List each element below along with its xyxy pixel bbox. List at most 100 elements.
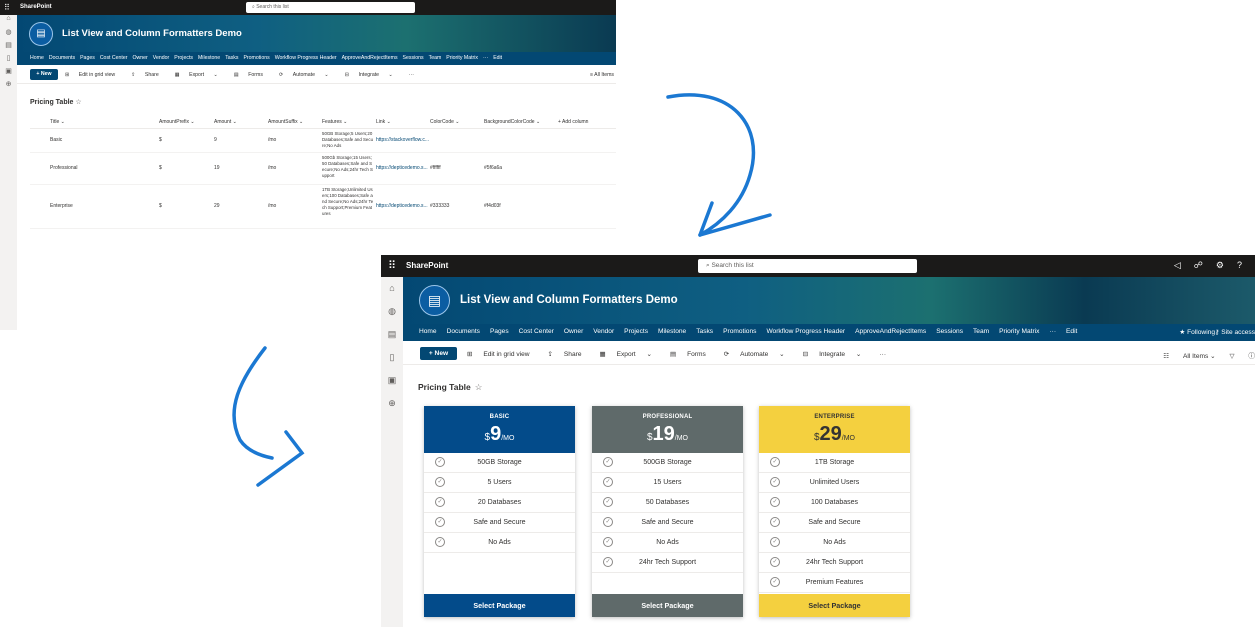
nav-item-workflow-progress-header[interactable]: Workflow Progress Header <box>275 55 337 61</box>
select-package-button[interactable]: Select Package <box>592 594 743 617</box>
nav-item-approveandrejectitems[interactable]: ApproveAndRejectItems <box>855 328 926 335</box>
column-header-add-column[interactable]: + Add column <box>558 119 588 125</box>
nav-item-home[interactable]: Home <box>419 328 437 335</box>
site-title[interactable]: List View and Column Formatters Demo <box>460 294 678 306</box>
nav-item-edit[interactable]: Edit <box>1066 328 1077 335</box>
new-button[interactable]: + New <box>30 69 58 80</box>
nav-item-tasks[interactable]: Tasks <box>225 55 238 61</box>
cmd-share[interactable]: ⇪ Share <box>548 351 591 358</box>
cmd-edit-in-grid-view[interactable]: ⊞ Edit in grid view <box>65 72 123 78</box>
following-button[interactable]: ★ Following <box>1179 328 1215 336</box>
nav-item-priority-matrix[interactable]: Priority Matrix <box>999 328 1039 335</box>
cmd-integrate[interactable]: ⊟ Integrate ⌄ <box>345 72 401 78</box>
select-package-button[interactable]: Select Package <box>759 594 910 617</box>
table-row[interactable]: Enterprise $29/mo 1TB Storage;Unlimited Us… <box>30 185 616 229</box>
cell-link[interactable]: https://depticedemo.s... <box>376 203 428 209</box>
nav-item-cost-center[interactable]: Cost Center <box>100 55 128 61</box>
nav-item-owner[interactable]: Owner <box>564 328 583 335</box>
waffle-icon[interactable]: ⠿ <box>388 259 396 272</box>
nav-item-vendor[interactable]: Vendor <box>593 328 614 335</box>
nav-item-edit[interactable]: Edit <box>493 55 502 61</box>
cmd-forms[interactable]: ▤ Forms <box>234 72 271 78</box>
nav-item-more[interactable]: ··· <box>1049 328 1056 335</box>
nav-item-approveandrejectitems[interactable]: ApproveAndRejectItems <box>342 55 398 61</box>
table-row[interactable]: Basic $9/mo 50GB Storage;5 Users;20 Databa… <box>30 129 616 153</box>
cmd-edit-in-grid-view[interactable]: ⊞ Edit in grid view <box>467 351 539 358</box>
table-row[interactable]: Professional $19/mo 500Gb Storage;15 Users… <box>30 153 616 185</box>
site-title[interactable]: List View and Column Formatters Demo <box>62 28 242 39</box>
cmd-export[interactable]: ▦ Export ⌄ <box>175 72 226 78</box>
view-selector[interactable]: ☷ All Items ⌄ <box>1163 353 1215 360</box>
info-icon[interactable]: ⓘ <box>1248 353 1255 360</box>
nav-item-vendor[interactable]: Vendor <box>153 55 169 61</box>
help-icon[interactable]: ? <box>1237 260 1242 270</box>
megaphone-icon[interactable]: ◁ <box>1174 260 1181 270</box>
nav-item-tasks[interactable]: Tasks <box>696 328 713 335</box>
nav-item-owner[interactable]: Owner <box>133 55 148 61</box>
column-header-title[interactable]: Title ⌄ <box>50 119 65 125</box>
waffle-icon[interactable]: ⠿ <box>4 3 10 12</box>
site-logo[interactable]: ▤ <box>29 22 53 46</box>
news-icon[interactable]: ▤ <box>0 41 17 54</box>
nav-item-sessions[interactable]: Sessions <box>936 328 963 335</box>
column-header-colorcode[interactable]: ColorCode ⌄ <box>430 119 460 125</box>
list-icon[interactable]: ▣ <box>0 67 17 80</box>
add-icon[interactable]: ⊕ <box>0 80 17 93</box>
nav-item-projects[interactable]: Projects <box>174 55 193 61</box>
search-input[interactable]: ⌕ Search this list <box>698 259 917 273</box>
cmd-automate[interactable]: ⟳ Automate ⌄ <box>724 351 794 358</box>
column-header-amountsuffix[interactable]: AmountSuffix ⌄ <box>268 119 303 125</box>
cmd-more[interactable]: ··· <box>879 351 895 358</box>
gear-icon[interactable]: ⚙ <box>1216 260 1224 270</box>
nav-item-team[interactable]: Team <box>429 55 442 61</box>
file-icon[interactable]: ▯ <box>381 346 403 369</box>
cmd-integrate[interactable]: ⊟ Integrate ⌄ <box>803 351 871 358</box>
column-header-amount[interactable]: Amount ⌄ <box>214 119 237 125</box>
nav-item-promotions[interactable]: Promotions <box>243 55 269 61</box>
view-selector[interactable]: ≡ All Items <box>590 72 614 78</box>
filter-icon[interactable]: ▽ <box>1229 353 1234 360</box>
share-icon[interactable]: ☍ <box>1194 260 1203 270</box>
nav-item-pages[interactable]: Pages <box>490 328 509 335</box>
nav-item-milestone[interactable]: Milestone <box>658 328 686 335</box>
new-button[interactable]: + New <box>420 347 457 360</box>
news-icon[interactable]: ▤ <box>381 323 403 346</box>
column-header-amountprefix[interactable]: AmountPrefix ⌄ <box>159 119 195 125</box>
nav-item-priority-matrix[interactable]: Priority Matrix <box>446 55 478 61</box>
nav-item-team[interactable]: Team <box>973 328 989 335</box>
file-icon[interactable]: ▯ <box>0 54 17 67</box>
list-icon[interactable]: ▣ <box>381 369 403 392</box>
column-header-link[interactable]: Link ⌄ <box>376 119 391 125</box>
select-package-button[interactable]: Select Package <box>424 594 575 617</box>
nav-item-sessions[interactable]: Sessions <box>403 55 424 61</box>
nav-item-documents[interactable]: Documents <box>447 328 480 335</box>
nav-item-home[interactable]: Home <box>30 55 44 61</box>
column-header-backgroundcolorcode[interactable]: BackgroundColorCode ⌄ <box>484 119 540 125</box>
app-name[interactable]: SharePoint <box>20 4 52 10</box>
globe-icon[interactable]: ◍ <box>381 300 403 323</box>
nav-item-workflow-progress-header[interactable]: Workflow Progress Header <box>766 328 845 335</box>
cell-link[interactable]: https://stackoverflow.c... <box>376 137 429 143</box>
globe-icon[interactable]: ◍ <box>0 28 17 41</box>
site-access-button[interactable]: ⚷ Site access <box>1215 328 1255 336</box>
cmd-more[interactable]: ··· <box>409 72 422 78</box>
star-icon[interactable]: ☆ <box>75 99 81 106</box>
nav-item-milestone[interactable]: Milestone <box>198 55 220 61</box>
site-logo[interactable]: ▤ <box>419 285 450 316</box>
nav-item-more[interactable]: ··· <box>483 55 488 61</box>
cmd-share[interactable]: ⇪ Share <box>131 72 167 78</box>
nav-item-documents[interactable]: Documents <box>49 55 75 61</box>
home-icon[interactable]: ⌂ <box>0 15 17 28</box>
search-input[interactable]: ⌕ Search this list <box>246 2 415 13</box>
add-icon[interactable]: ⊕ <box>381 392 403 415</box>
cmd-automate[interactable]: ⟳ Automate ⌄ <box>279 72 337 78</box>
column-header-features[interactable]: Features ⌄ <box>322 119 347 125</box>
cell-link[interactable]: https://depticedemo.s... <box>376 165 428 171</box>
nav-item-pages[interactable]: Pages <box>80 55 95 61</box>
star-icon[interactable]: ☆ <box>475 382 483 392</box>
nav-item-projects[interactable]: Projects <box>624 328 648 335</box>
nav-item-cost-center[interactable]: Cost Center <box>519 328 554 335</box>
nav-item-promotions[interactable]: Promotions <box>723 328 756 335</box>
cmd-forms[interactable]: ▤ Forms <box>670 351 715 358</box>
app-name[interactable]: SharePoint <box>406 261 448 270</box>
